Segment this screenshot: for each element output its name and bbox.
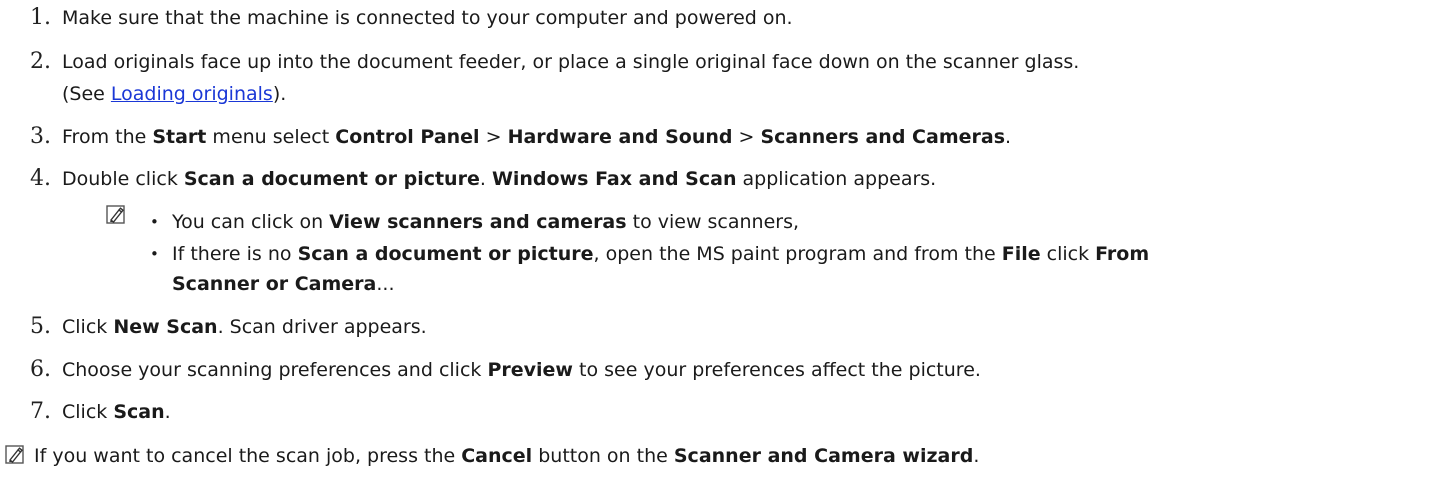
step-number: 2. (30, 49, 51, 74)
bold-term: Scanners and Cameras (760, 126, 1005, 148)
footer-note-text: If you want to cancel the scan job, pres… (34, 440, 979, 472)
bold-term: Scanner or Camera (172, 273, 377, 295)
text-fragment: (See (62, 83, 111, 105)
step-number: 1. (30, 5, 51, 30)
text-fragment: ). (272, 83, 287, 105)
text-fragment: ... (376, 273, 395, 295)
text-fragment: , open the MS paint program and from the (593, 243, 1002, 265)
bold-term: Windows Fax and Scan (491, 168, 737, 190)
text-fragment: If there is no (172, 243, 298, 265)
bold-term: Scan a document or picture (183, 168, 480, 190)
text-fragment: > (479, 126, 508, 148)
bullet-text: You can click on View scanners and camer… (172, 207, 799, 237)
loading-originals-link[interactable]: Loading originals (111, 83, 273, 105)
step-number: 3. (30, 124, 51, 149)
text-fragment: application appears. (736, 168, 937, 190)
text-fragment: Click (62, 316, 114, 338)
step-number: 5. (30, 314, 51, 339)
note-bullet-2-continued: Scanner or Camera... (172, 269, 395, 299)
bold-term: File (1001, 243, 1041, 265)
bold-term: View scanners and cameras (329, 211, 627, 233)
bold-term: Scanner and Camera wizard (673, 445, 974, 467)
step-text: Click New Scan. Scan driver appears. (62, 311, 427, 343)
bullet-text: If there is no Scan a document or pictur… (172, 239, 1149, 269)
instruction-page: 1. Make sure that the machine is connect… (0, 0, 1439, 488)
note-pencil-icon (106, 205, 125, 224)
step-number: 6. (30, 357, 51, 382)
text-fragment: If you want to cancel the scan job, pres… (34, 445, 462, 467)
bullet-text-line2: Scanner or Camera... (172, 273, 395, 295)
text-fragment: From the (62, 126, 153, 148)
bold-term: New Scan (113, 316, 218, 338)
step-text: Choose your scanning preferences and cli… (62, 354, 981, 386)
bullet-dot: • (150, 213, 159, 231)
bold-term: Scan (113, 401, 165, 423)
text-fragment: Click (62, 401, 114, 423)
step-text: Double click Scan a document or picture.… (62, 163, 936, 195)
text-fragment: click (1040, 243, 1096, 265)
text-fragment: menu select (206, 126, 336, 148)
step-number: 7. (30, 399, 51, 424)
text-fragment: . (1005, 126, 1012, 148)
step-text: Load originals face up into the document… (62, 51, 1080, 73)
note-pencil-icon (5, 445, 24, 464)
text-fragment: button on the (532, 445, 674, 467)
text-fragment: to view scanners, (626, 211, 800, 233)
text-fragment: Double click (62, 168, 184, 190)
step-text: Make sure that the machine is connected … (62, 7, 793, 29)
step-number: 4. (30, 166, 51, 191)
bold-term: Start (152, 126, 207, 148)
text-fragment: to see your preferences affect the pictu… (572, 359, 981, 381)
bold-term: Scan a document or picture (297, 243, 594, 265)
bullet-dot: • (150, 245, 159, 263)
text-fragment: You can click on (172, 211, 330, 233)
bold-term: Cancel (461, 445, 533, 467)
text-fragment: . (973, 445, 980, 467)
bold-term: Hardware and Sound (507, 126, 733, 148)
step-text: From the Start menu select Control Panel… (62, 121, 1011, 153)
text-fragment: Choose your scanning preferences and cli… (62, 359, 488, 381)
text-fragment: . Scan driver appears. (217, 316, 427, 338)
text-fragment: > (732, 126, 761, 148)
bold-term: From (1095, 243, 1150, 265)
text-fragment: . (164, 401, 171, 423)
bold-term: Preview (487, 359, 573, 381)
text-fragment: . (479, 168, 492, 190)
bold-term: Control Panel (335, 126, 480, 148)
step-text-line2: (See Loading originals). (62, 78, 286, 110)
step-text: Click Scan. (62, 396, 171, 428)
